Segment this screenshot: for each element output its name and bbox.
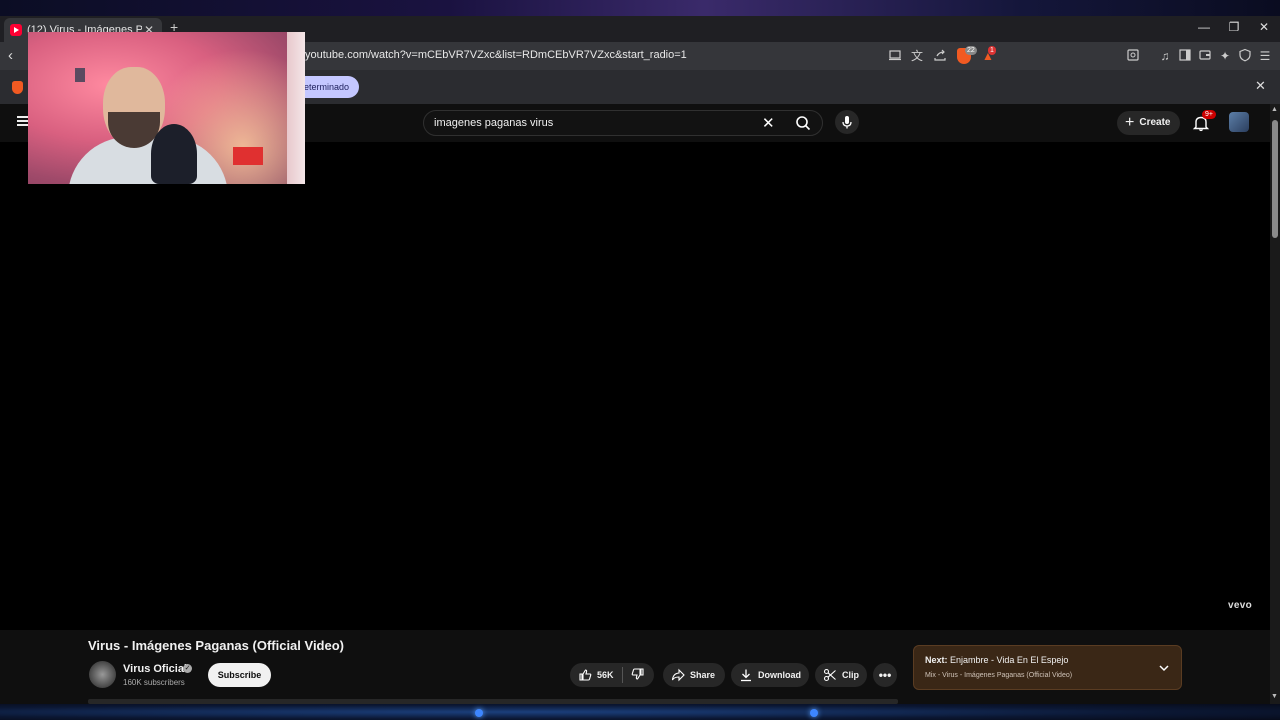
webcam-lamp (233, 147, 263, 165)
webcam-door-frame (287, 32, 305, 184)
thumbs-down-icon (631, 668, 644, 680)
up-next-title: Next: Enjambre - Vida En El Espejo (925, 655, 1068, 665)
download-icon (741, 669, 751, 682)
screen: (12) Virus - Imágenes Paganas (O ✕ + — ❐… (0, 0, 1280, 720)
scroll-up-arrow-icon[interactable]: ▲ (1271, 106, 1278, 113)
download-label: Download (758, 670, 801, 680)
scissors-icon (823, 668, 836, 682)
wallet-icon[interactable] (1197, 48, 1213, 64)
address-bar-url[interactable]: youtube.com/watch?v=mCEbVR7VZxc&list=RDm… (305, 49, 687, 61)
media-music-icon[interactable]: ♫ (1157, 48, 1173, 64)
dislike-button[interactable] (623, 667, 650, 683)
webcam-microphone (151, 124, 197, 184)
reader-mode-icon[interactable] (1125, 48, 1141, 64)
vpn-shield-icon[interactable] (1237, 48, 1253, 64)
webcam-wall-poster (75, 68, 85, 82)
up-next-playlist: Mix - Virus - Imágenes Paganas (Official… (925, 672, 1073, 679)
rewards-count-badge: 1 (988, 46, 996, 55)
channel-avatar[interactable] (89, 661, 116, 688)
cast-icon[interactable] (887, 48, 903, 64)
channel-name[interactable]: Virus Oficial (123, 663, 187, 675)
account-avatar[interactable] (1229, 112, 1249, 132)
like-dislike-group: 56K (570, 663, 654, 687)
window-minimize-button[interactable]: — (1194, 20, 1214, 34)
video-title: Virus - Imágenes Paganas (Official Video… (88, 638, 344, 653)
plus-icon: + (1125, 114, 1135, 131)
desktop-wallpaper-top (0, 0, 1280, 16)
search-input[interactable]: imagenes paganas virus (434, 117, 553, 129)
vevo-watermark: vevo (1228, 600, 1252, 611)
microphone-icon (842, 116, 852, 129)
chevron-down-icon[interactable] (1157, 661, 1171, 675)
video-player[interactable] (0, 142, 1270, 630)
window-close-button[interactable]: ✕ (1254, 20, 1274, 34)
create-label: Create (1139, 117, 1171, 128)
like-count: 56K (597, 670, 614, 680)
more-dots-icon: ••• (878, 668, 892, 682)
leo-ai-icon[interactable]: ✦ (1217, 48, 1233, 64)
brave-logo-icon (12, 81, 23, 94)
download-button[interactable]: Download (731, 663, 809, 687)
notifications-count-badge: 9+ (1202, 110, 1216, 119)
clip-label: Clip (842, 670, 859, 680)
thumbs-up-icon (579, 669, 592, 681)
verified-badge-icon: ✓ (183, 664, 192, 673)
page-scrollbar-thumb[interactable] (1272, 120, 1278, 238)
up-next-card[interactable]: Next: Enjambre - Vida En El Espejo Mix -… (913, 645, 1182, 690)
webcam-overlay (28, 32, 305, 184)
more-actions-button[interactable]: ••• (873, 663, 897, 687)
clip-button[interactable]: Clip (815, 663, 867, 687)
notification-close-button[interactable]: ✕ (1255, 78, 1266, 94)
like-button[interactable]: 56K (570, 668, 622, 682)
browser-menu-icon[interactable]: ☰ (1257, 48, 1273, 64)
translate-icon[interactable]: 文 (909, 48, 925, 64)
scroll-down-arrow-icon[interactable]: ▼ (1271, 693, 1278, 700)
up-next-video-title: Enjambre - Vida En El Espejo (950, 655, 1069, 665)
shields-count-badge: 22 (965, 46, 977, 55)
window-maximize-button[interactable]: ❐ (1224, 20, 1244, 34)
share-label: Share (690, 670, 716, 680)
desktop-wallpaper-bottom (0, 704, 1280, 720)
youtube-favicon-icon (10, 24, 22, 36)
share-page-icon[interactable] (932, 48, 948, 64)
search-icon[interactable] (795, 115, 811, 131)
subscribe-button[interactable]: Subscribe (208, 663, 271, 687)
subscriber-count: 160K subscribers (123, 678, 185, 687)
search-box[interactable]: imagenes paganas virus ✕ (423, 110, 823, 136)
share-button[interactable]: Share (663, 663, 725, 687)
search-clear-button[interactable]: ✕ (762, 114, 775, 132)
share-arrow-icon (671, 668, 685, 682)
wallpaper-light-dot (810, 709, 818, 717)
sidebar-icon[interactable] (1177, 48, 1193, 64)
back-arrow-icon[interactable]: ‹ (8, 47, 13, 64)
voice-search-button[interactable] (835, 110, 859, 134)
wallpaper-light-dot (475, 709, 483, 717)
create-button[interactable]: + Create (1117, 111, 1181, 135)
up-next-prefix: Next: (925, 655, 948, 665)
